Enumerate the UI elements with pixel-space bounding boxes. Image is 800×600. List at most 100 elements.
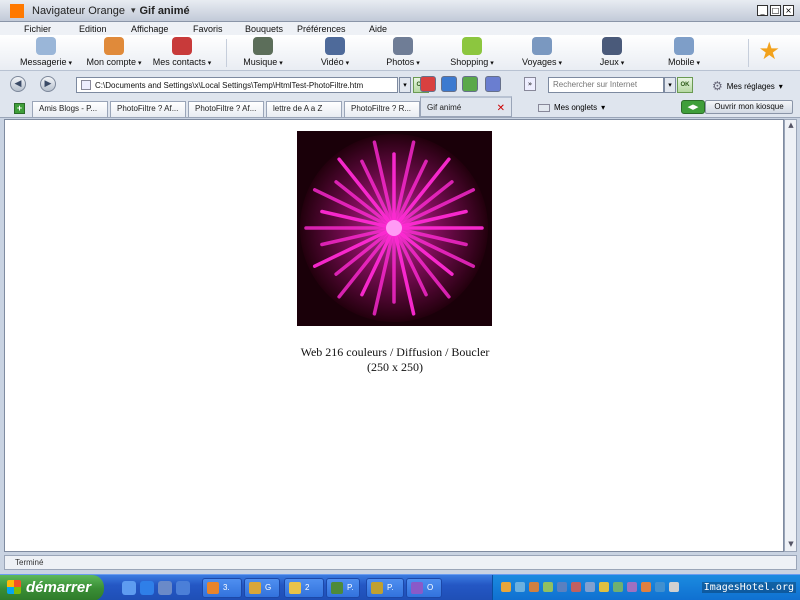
menu-favoris[interactable]: Favoris (193, 24, 223, 34)
tray-icon[interactable] (669, 582, 679, 592)
more-buttons[interactable]: » (524, 77, 536, 91)
tab-gif-anime[interactable]: Gif animé ✕ (420, 96, 512, 117)
toolbar-mes-contacts[interactable]: Mes contacts (152, 35, 212, 71)
tab-photofiltre-3[interactable]: PhotoFiltre ? R... (344, 101, 420, 117)
tray-icon[interactable] (627, 582, 637, 592)
settings-menu[interactable]: ⚙ Mes réglages ▾ (712, 79, 783, 93)
toolbar-voyages[interactable]: Voyages (514, 35, 570, 71)
tab-lettre[interactable]: lettre de A a Z (266, 101, 342, 117)
onglets-label: Mes onglets (554, 103, 598, 112)
close-tab-icon[interactable]: ✕ (497, 102, 505, 116)
star-icon[interactable]: ★ (758, 37, 780, 65)
open-kiosque-button[interactable]: Ouvrir mon kiosque (705, 100, 793, 114)
menu-bouquets[interactable]: Bouquets (245, 24, 283, 34)
tray-icon[interactable] (571, 582, 581, 592)
toolbar-messagerie[interactable]: Messagerie (18, 35, 74, 71)
tab-photofiltre-1[interactable]: PhotoFiltre ? Af... (110, 101, 186, 117)
task-app-icon (331, 582, 343, 594)
image-caption: Web 216 couleurs / Diffusion / Boucler (… (5, 345, 785, 375)
toolbar-mon-compte[interactable]: Mon compte (86, 35, 142, 71)
task-label: 3. (223, 583, 230, 592)
scroll-down-arrow[interactable]: ▼ (786, 540, 796, 550)
tray-icon[interactable] (641, 582, 651, 592)
tray-icon[interactable] (599, 582, 609, 592)
maximize-button[interactable]: □ (770, 5, 781, 16)
search-input[interactable] (553, 80, 663, 89)
close-button[interactable]: × (783, 5, 794, 16)
envelope-icon (36, 37, 56, 55)
address-bar[interactable] (76, 77, 398, 93)
address-row: ◀ ▶ ▾ OK » ▾ OK ⚙ Mes réglages ▾ (0, 71, 800, 99)
chevron-down-icon: ▾ (601, 103, 606, 112)
task-app-icon (207, 582, 219, 594)
vertical-scrollbar[interactable]: ▲ ▼ (784, 119, 797, 552)
tray-icon[interactable] (613, 582, 623, 592)
new-tab-button[interactable]: + (14, 103, 25, 114)
quicklaunch-ie-icon[interactable] (140, 581, 154, 595)
toolbar-photos[interactable]: Photos (378, 35, 428, 71)
mes-onglets-menu[interactable]: Mes onglets ▾ (538, 103, 605, 112)
account-icon (104, 37, 124, 55)
task-app-icon (371, 582, 383, 594)
toolbar-mobile[interactable]: Mobile (660, 35, 708, 71)
quicklaunch-extra-icon[interactable] (176, 581, 190, 595)
address-dropdown-button[interactable]: ▾ (399, 77, 411, 93)
toolbar-label: Mobile (668, 57, 700, 67)
task-button-5[interactable]: P. (366, 578, 404, 598)
toolbar-separator (226, 39, 227, 67)
toolbar-jeux[interactable]: Jeux (590, 35, 634, 71)
document-title: Gif animé (139, 4, 190, 17)
task-label: O (427, 583, 434, 592)
task-button-3[interactable]: 2 (284, 578, 324, 598)
minimize-button[interactable]: _ (757, 5, 768, 16)
search-box[interactable] (548, 77, 664, 93)
title-dropdown-icon[interactable]: ▾ (131, 5, 136, 16)
scroll-up-arrow[interactable]: ▲ (786, 121, 796, 131)
toolbar-label: Messagerie (20, 57, 72, 67)
task-label: P. (347, 583, 354, 592)
toolbar-shopping[interactable]: Shopping (444, 35, 500, 71)
menu-preferences[interactable]: Préférences (297, 24, 346, 34)
stop-icon[interactable] (420, 76, 436, 92)
toolbar-video[interactable]: Vidéo (310, 35, 360, 71)
settings-label: Mes réglages (726, 81, 775, 91)
toolbar-musique[interactable]: Musique (238, 35, 288, 71)
tray-icon[interactable] (655, 582, 665, 592)
home-icon[interactable] (462, 76, 478, 92)
tray-icon[interactable] (585, 582, 595, 592)
tray-icon[interactable] (501, 582, 511, 592)
page-content: Web 216 couleurs / Diffusion / Boucler (… (4, 119, 784, 552)
task-button-4[interactable]: P. (326, 578, 360, 598)
start-button[interactable]: démarrer (0, 575, 104, 600)
menu-edition[interactable]: Edition (79, 24, 107, 34)
task-button-6[interactable]: O (406, 578, 442, 598)
menu-affichage[interactable]: Affichage (131, 24, 168, 34)
kiosque-icon[interactable]: ◀▶ (681, 100, 705, 114)
quicklaunch-desktop-icon[interactable] (122, 581, 136, 595)
task-button-2[interactable]: G (244, 578, 280, 598)
address-input[interactable] (95, 80, 385, 90)
refresh-icon[interactable] (441, 76, 457, 92)
bookmark-icon[interactable] (485, 76, 501, 92)
forward-button[interactable]: ▶ (40, 76, 56, 92)
quicklaunch-media-icon[interactable] (158, 581, 172, 595)
menu-fichier[interactable]: Fichier (24, 24, 51, 34)
tray-icon[interactable] (529, 582, 539, 592)
tray-icon[interactable] (557, 582, 567, 592)
toolbar-separator (748, 39, 749, 67)
tray-icon[interactable] (515, 582, 525, 592)
menu-aide[interactable]: Aide (369, 24, 387, 34)
back-button[interactable]: ◀ (10, 76, 26, 92)
menu-bar: Fichier Edition Affichage Favoris Bouque… (0, 22, 800, 35)
tray-icon[interactable] (543, 582, 553, 592)
toolbar-label: Mon compte (87, 57, 142, 67)
caption-line-2: (250 x 250) (367, 360, 423, 374)
gear-icon: ⚙ (712, 79, 723, 93)
search-dropdown-button[interactable]: ▾ (664, 77, 676, 93)
tab-amis-blogs[interactable]: Amis Blogs - P... (32, 101, 108, 117)
toolbar-label: Photos (386, 57, 420, 67)
task-button-1[interactable]: 3. (202, 578, 242, 598)
start-label: démarrer (26, 579, 92, 596)
tab-photofiltre-2[interactable]: PhotoFiltre ? Af... (188, 101, 264, 117)
search-go-button[interactable]: OK (677, 77, 693, 93)
